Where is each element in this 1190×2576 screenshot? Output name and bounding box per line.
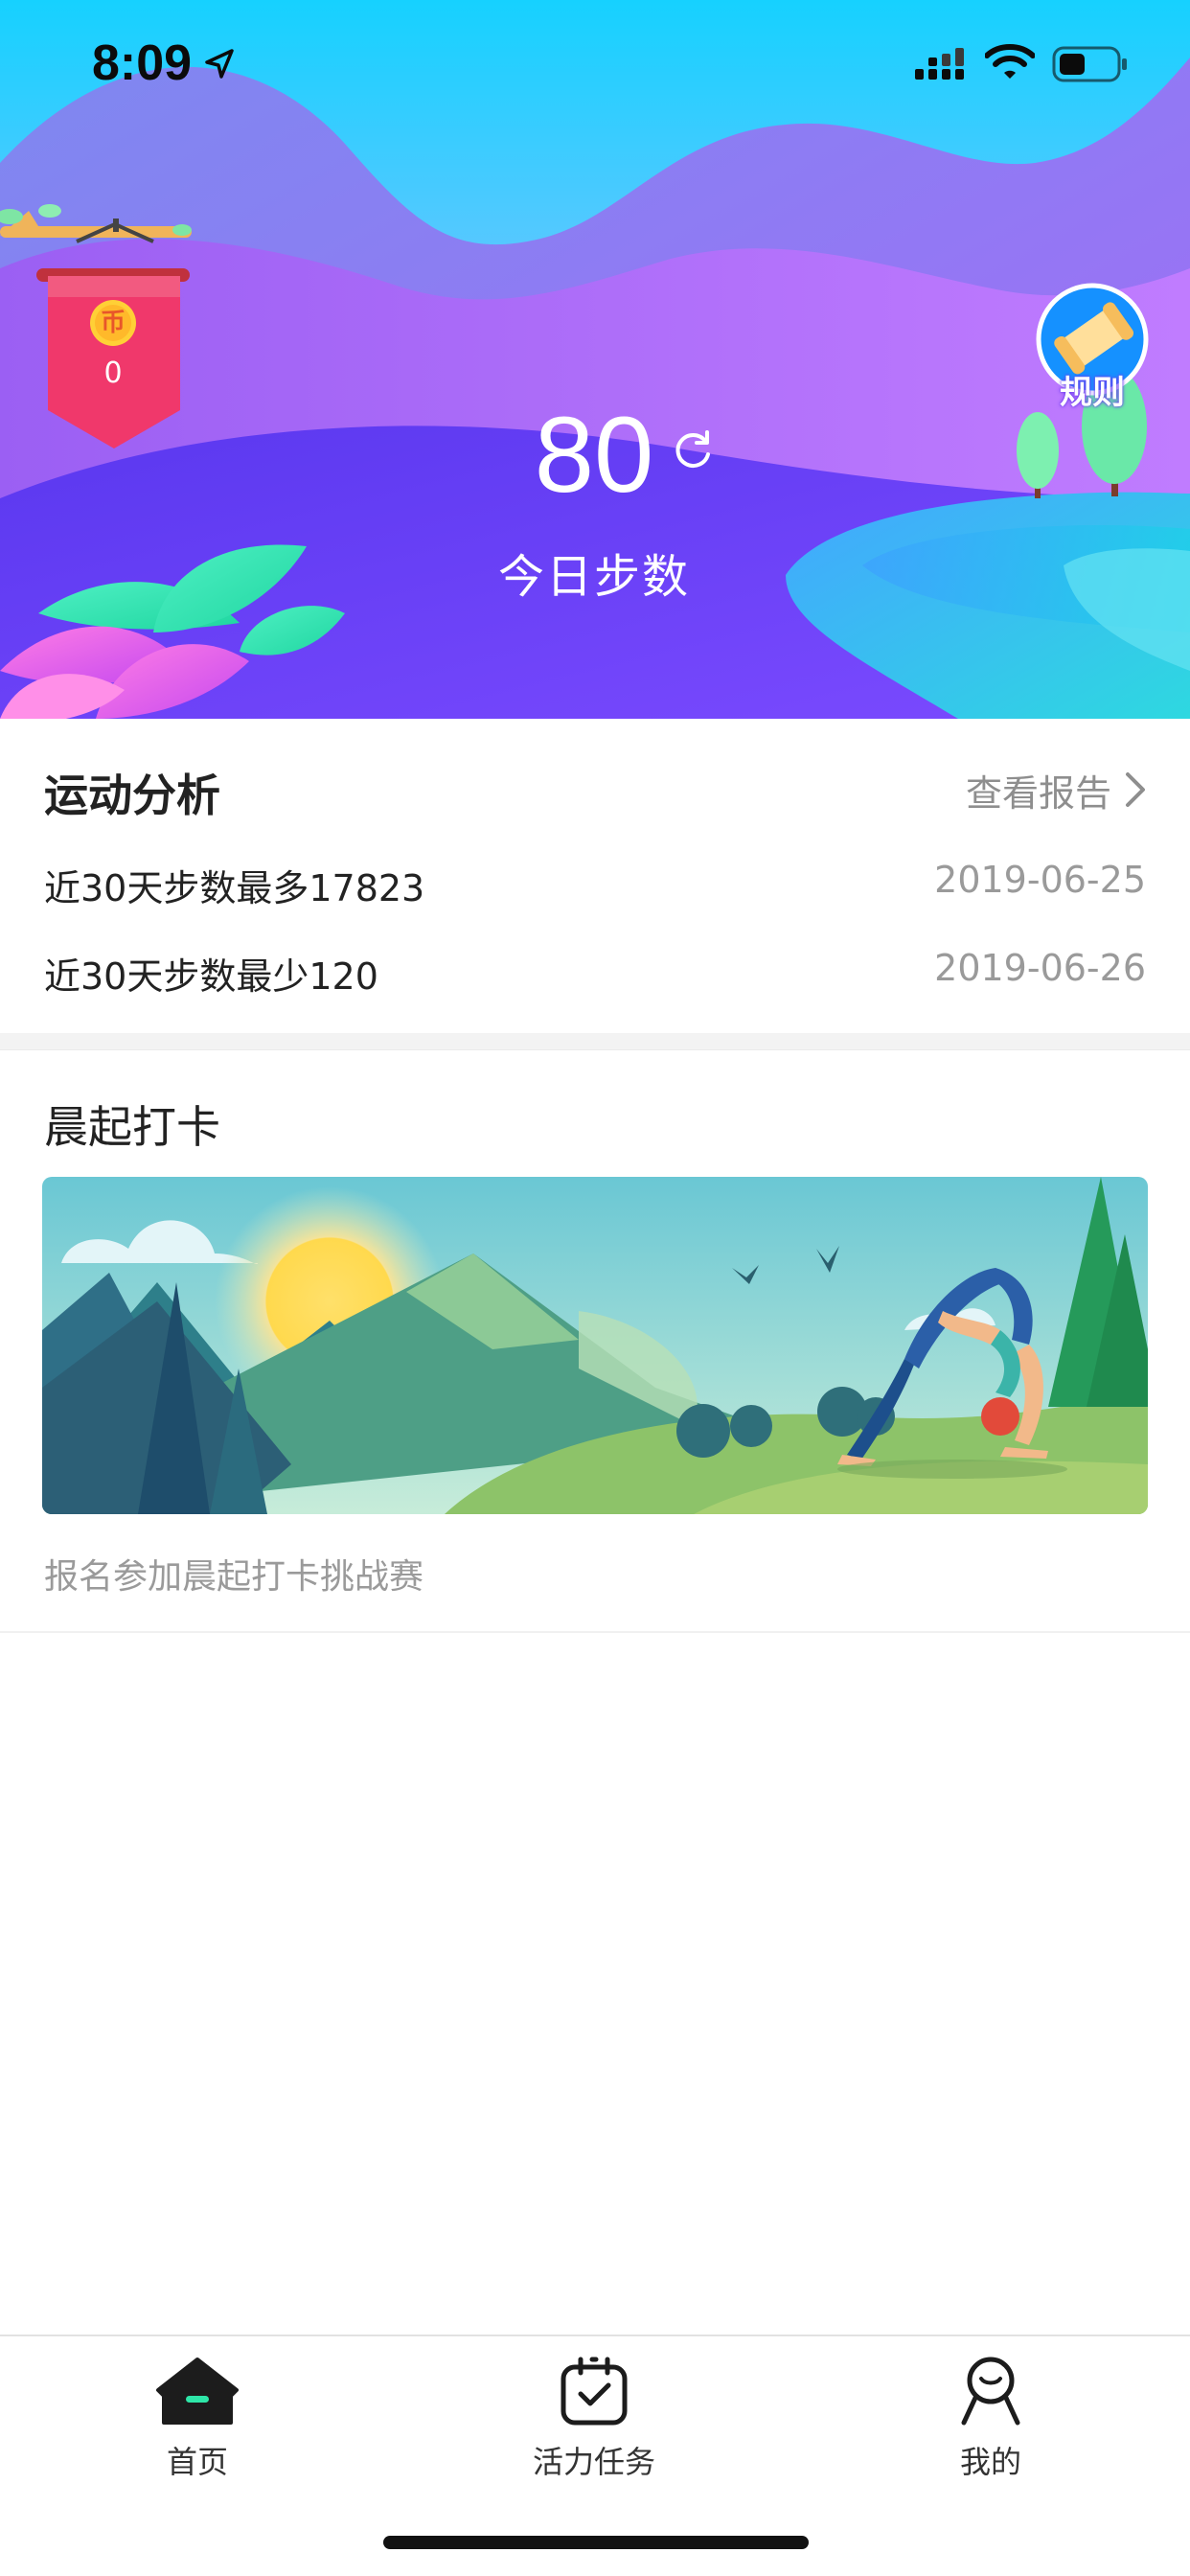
tab-vitality-tasks-label[interactable]: 活力任务 [479, 2438, 709, 2482]
min-steps-text: 近30天步数最少120 [44, 955, 378, 998]
view-report-link[interactable]: 查看报告 [966, 765, 1146, 815]
view-report-label[interactable]: 查看报告 [966, 764, 1111, 816]
cellular-signal-icon [915, 48, 964, 80]
morning-checkin-banner-image[interactable] [42, 1177, 1148, 1514]
today-steps-label: 今日步数 [497, 550, 690, 604]
hero-header: 8:09 币 0 规则 80 今日步数 [0, 0, 1190, 719]
profile-icon[interactable] [952, 2356, 1029, 2426]
calendar-check-icon[interactable] [556, 2356, 632, 2426]
max-steps-text: 近30天步数最多17823 [44, 867, 425, 909]
exercise-analysis-section: 运动分析 查看报告 近30天步数最多17823 2019-06-25 近30天步… [0, 719, 1190, 1033]
tab-vitality-tasks[interactable]: 活力任务 [479, 2356, 709, 2480]
tab-home-label[interactable]: 首页 [82, 2438, 312, 2482]
analysis-title: 运动分析 [44, 770, 220, 821]
chevron-right-icon[interactable] [1125, 771, 1146, 808]
wifi-icon [985, 44, 1035, 79]
home-icon[interactable] [154, 2356, 240, 2426]
checkin-title: 晨起打卡 [44, 1101, 220, 1153]
tab-mine[interactable]: 我的 [876, 2356, 1106, 2480]
status-time: 8:09 [92, 35, 193, 91]
tab-home[interactable]: 首页 [82, 2356, 312, 2480]
morning-checkin-section[interactable]: 晨起打卡 报名参加晨起打卡挑战赛 [0, 1050, 1190, 1633]
min-steps-date: 2019-06-26 [934, 947, 1146, 989]
section-divider [0, 1033, 1190, 1050]
today-steps-count: 80 [534, 395, 654, 515]
checkin-subtitle: 报名参加晨起打卡挑战赛 [44, 1557, 424, 1597]
home-indicator[interactable] [383, 2536, 809, 2549]
coin-count: 0 [103, 356, 123, 390]
app-screen: 8:09 币 0 规则 80 今日步数 运动分析 查看报告 近30天步数最多17… [0, 0, 1190, 2576]
rules-label[interactable]: 规则 [1035, 366, 1150, 413]
coin-symbol: 币 [100, 309, 126, 337]
tab-mine-label[interactable]: 我的 [876, 2438, 1106, 2482]
location-arrow-icon [205, 49, 234, 79]
max-steps-date: 2019-06-25 [934, 859, 1146, 901]
refresh-icon[interactable] [673, 429, 715, 472]
status-bar: 8:09 [0, 0, 1190, 126]
battery-icon [1052, 46, 1127, 82]
